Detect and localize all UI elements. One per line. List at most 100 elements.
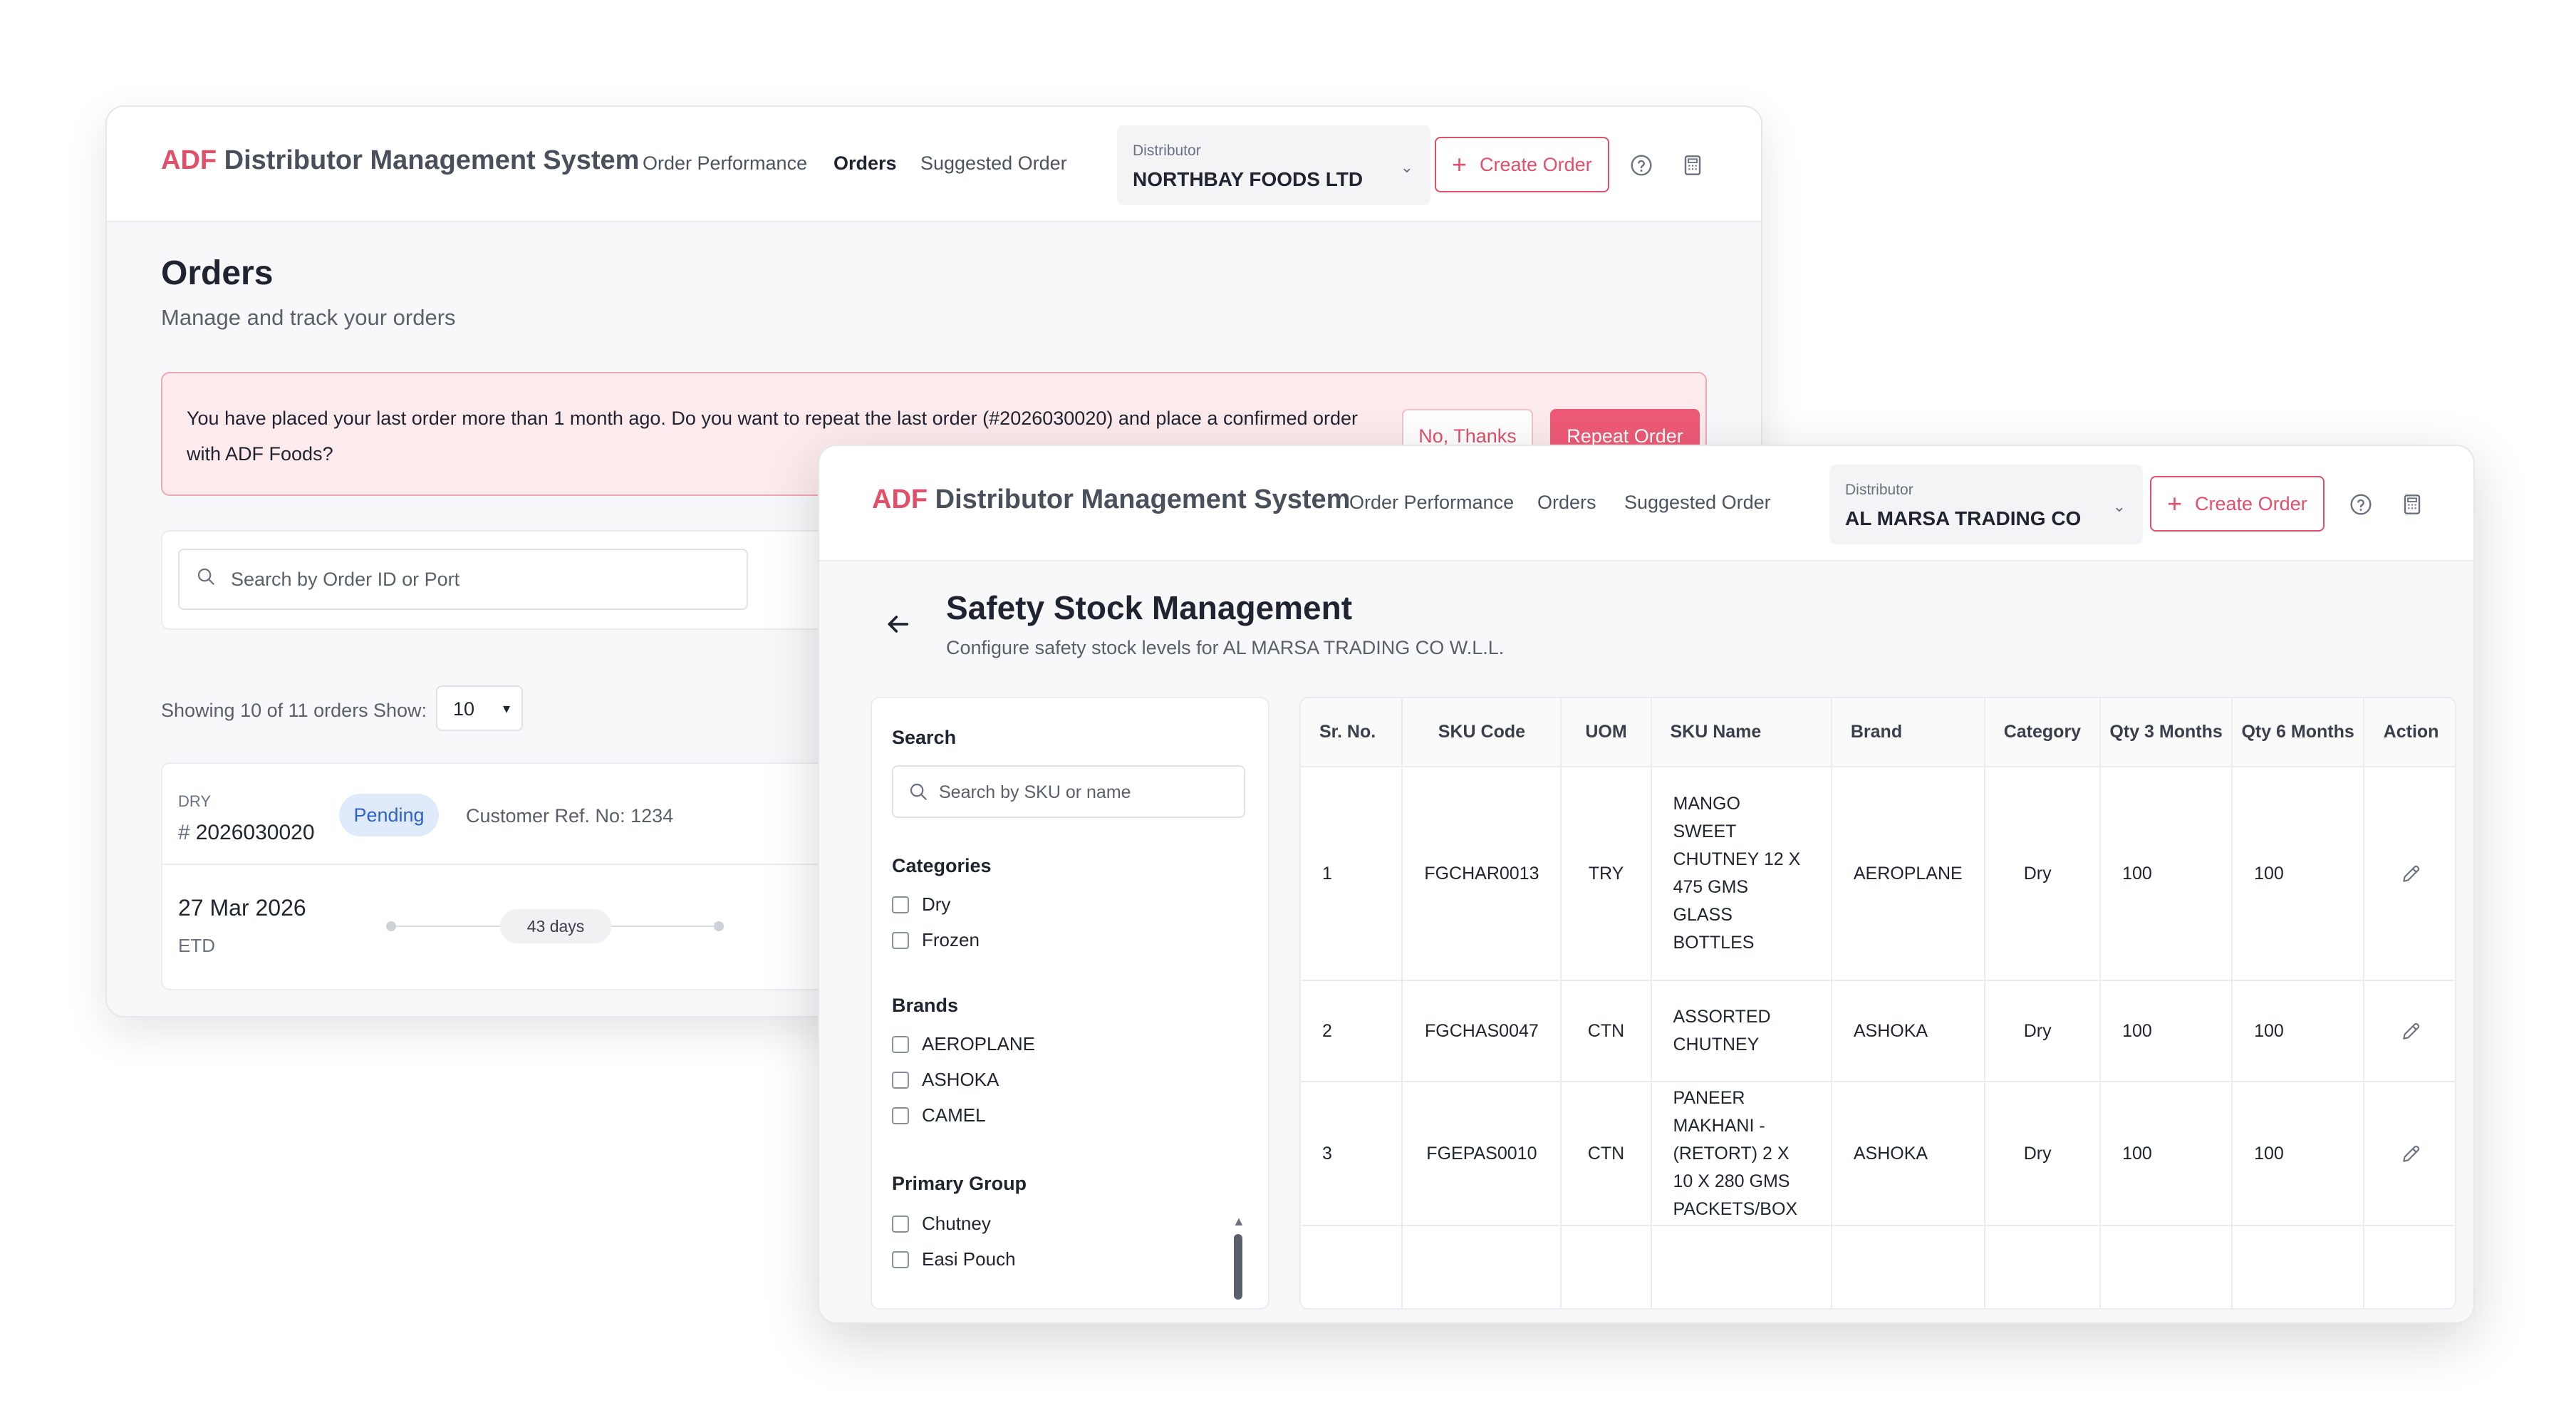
- top-nav-bar: ADF Distributor Management System Order …: [819, 446, 2473, 561]
- checkbox[interactable]: [892, 1035, 909, 1053]
- checkbox[interactable]: [892, 1071, 909, 1089]
- page-size-value: 10: [453, 698, 475, 720]
- help-icon[interactable]: [1630, 154, 1653, 177]
- checkbox-label: Chutney: [922, 1213, 991, 1234]
- show-label: Show:: [373, 700, 427, 721]
- create-order-label: Create Order: [2195, 492, 2307, 514]
- calculator-icon[interactable]: [1681, 154, 1704, 177]
- chevron-down-icon: ⌄: [2112, 497, 2126, 515]
- cell-qty-3-months: 100: [2100, 980, 2233, 1082]
- checkbox-label: ASHOKA: [922, 1069, 999, 1090]
- checkbox-label: Dry: [922, 893, 951, 915]
- table-row: 2 FGCHAS0047 CTN ASSORTED CHUTNEY ASHOKA…: [1301, 980, 2455, 1082]
- checkbox[interactable]: [892, 931, 909, 949]
- order-type: DRY: [178, 792, 212, 810]
- col-header-uom[interactable]: UOM: [1561, 698, 1652, 767]
- showing-count: Showing 10 of 11 orders: [161, 700, 368, 721]
- sku-name-line: CHUTNEY 12 X: [1673, 849, 1801, 869]
- checkbox-label: Easi Pouch: [922, 1248, 1016, 1270]
- safety-stock-table: Sr. No. SKU Code UOM SKU Name Brand Cate…: [1301, 698, 2455, 1308]
- cell-sku-code: FGCHAR0013: [1402, 767, 1562, 981]
- category-checkbox-dry[interactable]: Dry: [892, 893, 950, 916]
- distributor-value: NORTHBAY FOODS LTD: [1133, 168, 1364, 190]
- checkbox[interactable]: [892, 1250, 909, 1268]
- cell-sr-no: 1: [1301, 767, 1403, 981]
- sku-name-line: 475 GMS: [1673, 877, 1749, 897]
- cell-sku-name: PANEER MAKHANI - (RETORT) 2 X 10 X 280 G…: [1651, 1082, 1832, 1226]
- nav-orders[interactable]: Orders: [833, 152, 897, 175]
- nav-orders[interactable]: Orders: [1537, 492, 1596, 514]
- order-search-input[interactable]: Search by Order ID or Port: [178, 549, 748, 610]
- distributor-select[interactable]: Distributor AL MARSA TRADING CO ⌄: [1829, 465, 2143, 544]
- order-id-value: 2026030020: [195, 821, 315, 844]
- category-checkbox-frozen[interactable]: Frozen: [892, 929, 980, 951]
- brand-checkbox-camel[interactable]: CAMEL: [892, 1104, 986, 1126]
- nav-order-performance[interactable]: Order Performance: [1349, 492, 1514, 514]
- order-id: #2026030020: [178, 821, 315, 845]
- sku-name-line: SWEET: [1673, 822, 1737, 841]
- cell-action: [2364, 767, 2455, 981]
- app-brand[interactable]: ADF Distributor Management System: [872, 484, 1350, 515]
- app-brand[interactable]: ADF Distributor Management System: [161, 145, 639, 176]
- cell-sku-name: ASSORTED CHUTNEY: [1651, 980, 1832, 1082]
- col-header-sku-name[interactable]: SKU Name: [1651, 698, 1832, 767]
- checkbox[interactable]: [892, 1107, 909, 1124]
- group-checkbox-chutney[interactable]: Chutney: [892, 1213, 991, 1235]
- page-title: Safety Stock Management: [946, 589, 1353, 626]
- search-placeholder: Search by SKU or name: [939, 782, 1131, 802]
- cell-category: Dry: [1984, 1082, 2102, 1226]
- cell-brand: AEROPLANE: [1831, 767, 1985, 981]
- edit-pencil-icon[interactable]: [2400, 862, 2423, 885]
- create-order-button[interactable]: + Create Order: [1435, 137, 1609, 192]
- plus-icon: +: [1452, 150, 1468, 179]
- create-order-button[interactable]: + Create Order: [2150, 476, 2325, 532]
- help-icon[interactable]: [2349, 493, 2372, 516]
- primary-group-heading: Primary Group: [892, 1173, 1027, 1194]
- col-header-qty-6-months[interactable]: Qty 6 Months: [2232, 698, 2365, 767]
- col-header-qty-3-months[interactable]: Qty 3 Months: [2100, 698, 2233, 767]
- brand-title: Distributor Management System: [935, 484, 1351, 514]
- page-size-select[interactable]: 10 ▾: [436, 685, 523, 731]
- sku-name-line: (RETORT) 2 X: [1673, 1143, 1790, 1164]
- checkbox[interactable]: [892, 896, 909, 913]
- col-header-sr-no[interactable]: Sr. No.: [1301, 698, 1403, 767]
- nav-suggested-order[interactable]: Suggested Order: [920, 152, 1067, 175]
- edit-pencil-icon[interactable]: [2400, 1142, 2423, 1165]
- group-checkbox-easi-pouch[interactable]: Easi Pouch: [892, 1248, 1016, 1270]
- chevron-down-icon: ▾: [502, 701, 510, 717]
- sku-name-line: BOTTLES: [1673, 933, 1755, 953]
- nav-order-performance[interactable]: Order Performance: [643, 152, 807, 175]
- sku-search-input[interactable]: Search by SKU or name: [892, 765, 1245, 818]
- brand-logo-text: ADF: [161, 145, 217, 175]
- brand-checkbox-aeroplane[interactable]: AEROPLANE: [892, 1033, 1035, 1055]
- brands-heading: Brands: [892, 995, 959, 1016]
- distributor-label: Distributor: [1133, 142, 1201, 159]
- checkbox[interactable]: [892, 1215, 909, 1233]
- col-header-category[interactable]: Category: [1984, 698, 2102, 767]
- search-icon: [197, 568, 214, 585]
- sku-name-line: PANEER: [1673, 1087, 1745, 1108]
- edit-pencil-icon[interactable]: [2400, 1020, 2423, 1042]
- sku-name-line: GLASS: [1673, 905, 1733, 925]
- sku-name-line: CHUTNEY: [1673, 1035, 1760, 1054]
- col-header-sku-code[interactable]: SKU Code: [1402, 698, 1562, 767]
- brand-checkbox-ashoka[interactable]: ASHOKA: [892, 1069, 999, 1091]
- page-subtitle: Configure safety stock levels for AL MAR…: [946, 637, 1505, 658]
- table-row: 1 FGCHAR0013 TRY MANGO SWEET CHUTNEY 12 …: [1301, 767, 2455, 981]
- cell-sku-code: FGEPAS0010: [1402, 1082, 1562, 1226]
- filter-panel: Search Search by SKU or name Categories …: [871, 697, 1269, 1310]
- nav-suggested-order[interactable]: Suggested Order: [1624, 492, 1771, 514]
- distributor-select[interactable]: Distributor NORTHBAY FOODS LTD ⌄: [1117, 125, 1430, 205]
- scroll-up-icon[interactable]: ▲: [1232, 1214, 1245, 1229]
- table-row: 3 FGEPAS0010 CTN PANEER MAKHANI - (RETOR…: [1301, 1082, 2455, 1226]
- back-arrow-icon[interactable]: [883, 610, 912, 638]
- search-icon: [910, 783, 927, 800]
- create-order-label: Create Order: [1480, 153, 1592, 175]
- col-header-brand[interactable]: Brand: [1831, 698, 1985, 767]
- checkbox-label: AEROPLANE: [922, 1033, 1035, 1054]
- page-subtitle: Manage and track your orders: [161, 305, 456, 330]
- scrollbar-thumb[interactable]: [1234, 1234, 1242, 1300]
- calculator-icon[interactable]: [2401, 493, 2424, 516]
- cell-qty-6-months: 100: [2232, 767, 2365, 981]
- sku-name-line: PACKETS/BOX: [1673, 1198, 1798, 1219]
